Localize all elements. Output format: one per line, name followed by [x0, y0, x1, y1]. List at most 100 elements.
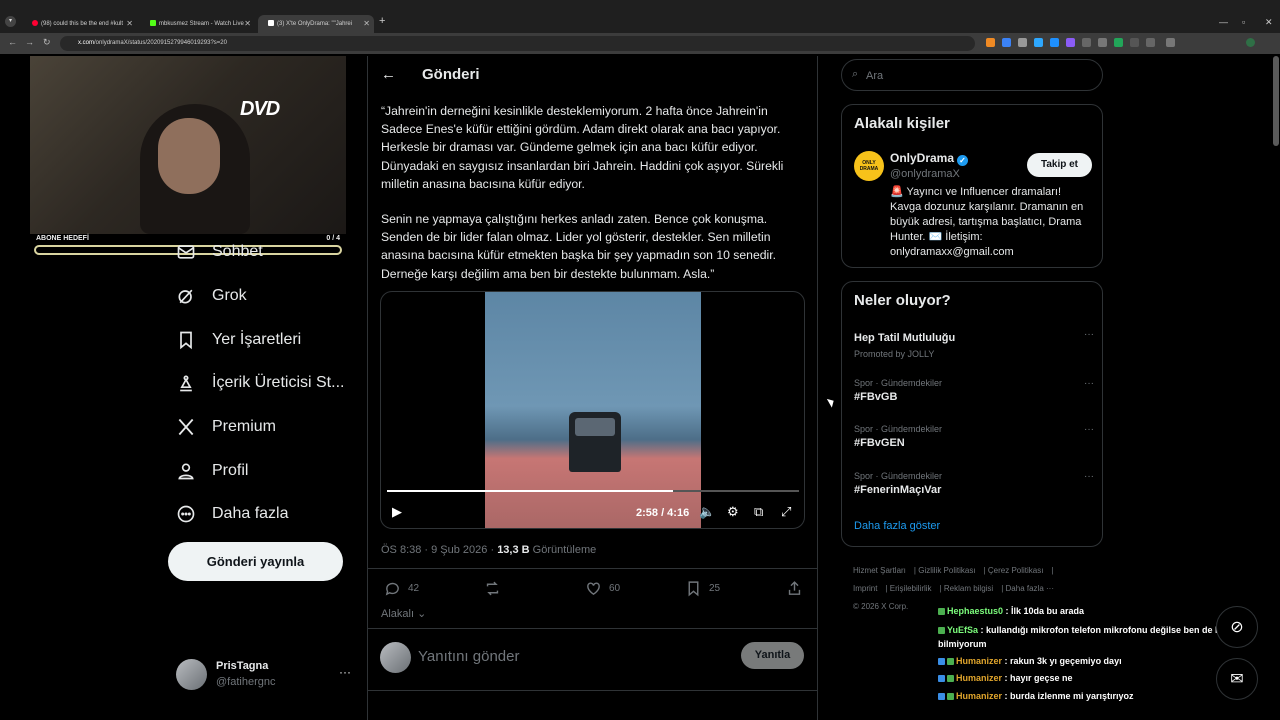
more-dots-icon[interactable]: ··· — [339, 665, 351, 679]
user-handle: @onlydramaX — [890, 168, 960, 180]
mail-icon — [177, 245, 195, 259]
trends-panel: Neler oluyor? Hep Tatil Mutluluğu Promot… — [841, 281, 1103, 547]
reply-count: 42 — [408, 583, 420, 594]
footer-link[interactable]: Gizlilik Politikası — [918, 566, 975, 575]
extension-icon[interactable] — [1018, 38, 1027, 47]
minimize-button[interactable]: — — [1219, 17, 1228, 27]
volume-icon[interactable]: 🔈 — [699, 504, 715, 520]
trend-item[interactable]: Spor · Gündemdekiler #FBvGEN ··· — [854, 424, 1094, 449]
more-dots-icon[interactable]: ··· — [1084, 378, 1094, 389]
maximize-button[interactable]: ▫ — [1242, 17, 1245, 27]
sort-label: Alakalı — [381, 608, 415, 620]
chat-user: Humanizer — [956, 673, 1003, 683]
trend-name: #FBvGB — [854, 391, 898, 403]
sidebar-item-profile[interactable]: Profil — [176, 456, 248, 486]
share-action[interactable] — [786, 580, 810, 597]
post-button[interactable]: Gönderi yayınla — [168, 542, 343, 581]
avatar[interactable]: ONLY DRAMA — [854, 151, 884, 181]
picture-in-picture-icon[interactable]: ⧉ — [754, 504, 763, 520]
search-input[interactable]: ⌕ Ara — [841, 59, 1103, 91]
sidebar-item-grok[interactable]: Grok — [176, 281, 247, 311]
close-icon[interactable]: ✕ — [244, 19, 251, 28]
video-progress-fill — [387, 490, 674, 492]
reply-button[interactable]: Yanıtla — [741, 642, 804, 669]
messages-floating-button[interactable]: ✉ — [1216, 658, 1258, 700]
more-dots-icon[interactable]: ··· — [1084, 329, 1094, 340]
sidebar-item-bookmarks[interactable]: Yer İşaretleri — [176, 325, 301, 355]
trend-item[interactable]: Spor · Gündemdekiler #FenerinMaçıVar ··· — [854, 471, 1094, 496]
footer-link[interactable]: Daha fazla ··· — [1006, 584, 1054, 593]
grok-floating-button[interactable]: ⊘ — [1216, 606, 1258, 648]
play-icon[interactable]: ▶ — [392, 504, 402, 520]
repost-icon — [486, 581, 499, 596]
sidebar-item-label: Sohbet — [212, 243, 263, 260]
extension-icon[interactable] — [1114, 38, 1123, 47]
repost-action[interactable] — [484, 580, 508, 597]
footer-link[interactable]: Hizmet Şartları — [853, 566, 906, 575]
chat-text: rakun 3k yı geçemiyo dayı — [1010, 655, 1122, 666]
divider — [368, 568, 817, 569]
extension-icon[interactable] — [1002, 38, 1011, 47]
badge-icon — [947, 675, 954, 682]
browser-tab-2[interactable]: mbkusmez Stream - Watch Live ✕ — [140, 15, 255, 33]
tab-search-button[interactable]: ▾ — [5, 16, 16, 27]
extension-icon[interactable] — [1098, 38, 1107, 47]
new-tab-button[interactable]: + — [379, 15, 385, 27]
tab-title: (3) X'te OnlyDrama: ""Jahrei — [277, 21, 353, 27]
extension-icon[interactable] — [1082, 38, 1091, 47]
close-icon[interactable]: ✕ — [126, 19, 133, 28]
url-field[interactable]: x.com/onlydramaX/status/2020915279946019… — [60, 36, 975, 51]
sidebar-item-label: Daha fazla — [212, 505, 289, 522]
more-dots-icon[interactable]: ··· — [1084, 424, 1094, 435]
follow-button[interactable]: Takip et — [1027, 153, 1092, 177]
forward-arrow-icon[interactable]: → — [25, 37, 34, 47]
url-path: /onlydramaX/status/2020915279946019293?s… — [94, 40, 227, 46]
extension-icon[interactable] — [986, 38, 995, 47]
reply-input[interactable]: Yanıtını gönder — [418, 648, 519, 665]
trend-item[interactable]: Spor · Gündemdekiler #FBvGB ··· — [854, 378, 1094, 403]
browser-tab-1[interactable]: (98) could this be the end #kult ✕ — [22, 15, 137, 33]
heart-icon — [587, 582, 600, 596]
extension-icon[interactable] — [1050, 38, 1059, 47]
sidebar-item-premium[interactable]: Premium — [176, 412, 276, 442]
extension-icon[interactable] — [1034, 38, 1043, 47]
trend-category: Spor · Gündemdekiler — [854, 378, 943, 388]
sidebar-item-creator-studio[interactable]: İçerik Üreticisi St... — [176, 368, 344, 398]
reload-icon[interactable]: ↻ — [43, 37, 51, 48]
view-label: Görüntüleme — [529, 544, 597, 556]
extension-icon[interactable] — [1166, 38, 1175, 47]
fullscreen-icon[interactable]: ⤢ — [781, 504, 791, 520]
scrollbar[interactable] — [1273, 56, 1279, 146]
close-window-button[interactable]: ✕ — [1265, 17, 1273, 28]
more-dots-icon[interactable]: ··· — [1084, 471, 1094, 482]
video-frame — [485, 292, 701, 528]
show-more-link[interactable]: Daha fazla göster — [854, 520, 940, 532]
search-placeholder: Ara — [866, 70, 884, 82]
extension-icon[interactable] — [1130, 38, 1139, 47]
bookmark-action[interactable]: 25 — [685, 580, 720, 597]
address-bar-row: ← → ↻ x.com/onlydramaX/status/2020915279… — [0, 33, 1280, 54]
sidebar-item-more[interactable]: Daha fazla — [176, 499, 289, 529]
settings-gear-icon[interactable]: ⚙ — [727, 504, 739, 520]
trend-name: #FenerinMaçıVar — [854, 484, 942, 496]
chat-text: İlk 10da bu arada — [1011, 606, 1085, 616]
like-action[interactable]: 60 — [585, 580, 620, 597]
profile-avatar-icon[interactable] — [1246, 38, 1255, 47]
footer-link[interactable]: Erişilebilirlik — [890, 584, 932, 593]
video-player[interactable]: ▶ 2:58 / 4:16 🔈 ⚙ ⧉ ⤢ — [380, 291, 805, 529]
sort-dropdown[interactable]: Alakalı ⌄ — [381, 607, 426, 620]
extension-icon[interactable] — [1066, 38, 1075, 47]
footer-link[interactable]: Çerez Politikası — [988, 566, 1044, 575]
close-icon[interactable]: ✕ — [363, 19, 370, 28]
sidebar-item-chat[interactable]: Sohbet — [176, 237, 263, 267]
extension-icon[interactable] — [1146, 38, 1155, 47]
back-arrow-icon[interactable]: ← — [8, 37, 17, 47]
footer-link[interactable]: Imprint — [853, 584, 877, 593]
footer-link[interactable]: Reklam bilgisi — [944, 584, 993, 593]
video-progress-bar[interactable] — [387, 490, 799, 492]
back-arrow-icon[interactable]: ← — [381, 66, 396, 83]
user-name[interactable]: OnlyDrama ✓ — [890, 151, 969, 166]
browser-tab-3[interactable]: (3) X'te OnlyDrama: ""Jahrei ✕ — [258, 15, 374, 33]
reply-action[interactable]: 42 — [384, 580, 419, 597]
trend-item[interactable]: Hep Tatil Mutluluğu Promoted by JOLLY ··… — [854, 329, 1094, 359]
